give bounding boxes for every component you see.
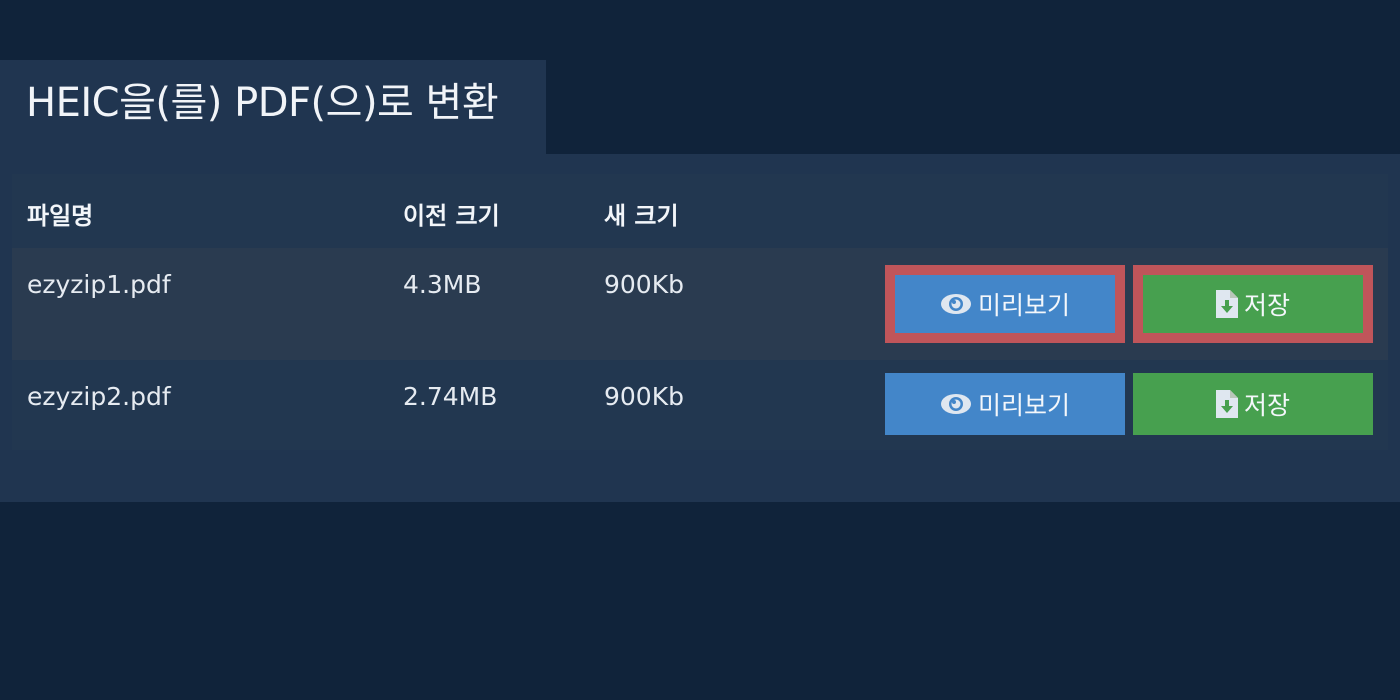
preview-button[interactable]: 미리보기 (885, 265, 1125, 343)
preview-label: 미리보기 (977, 291, 1070, 320)
file-download-icon (1215, 390, 1238, 418)
eye-icon (940, 294, 971, 314)
new-size-cell: 900Kb (604, 382, 684, 411)
old-size-cell: 4.3MB (403, 270, 482, 299)
old-size-cell: 2.74MB (403, 382, 498, 411)
header-new-size: 새 크기 (604, 202, 679, 230)
table-row: ezyzip2.pdf 2.74MB 900Kb 미리보기 저장 (12, 360, 1388, 450)
save-button[interactable]: 저장 (1133, 265, 1373, 343)
eye-icon (940, 394, 971, 414)
file-download-icon (1215, 290, 1238, 318)
results-panel: 파일명 이전 크기 새 크기 ezyzip1.pdf 4.3MB 900Kb 미… (0, 154, 1400, 502)
save-button[interactable]: 저장 (1133, 373, 1373, 435)
header-old-size: 이전 크기 (403, 202, 500, 230)
results-table: 파일명 이전 크기 새 크기 ezyzip1.pdf 4.3MB 900Kb 미… (12, 174, 1388, 450)
title-tab: HEIC을(를) PDF(으)로 변환 (0, 60, 546, 154)
preview-button[interactable]: 미리보기 (885, 373, 1125, 435)
table-header: 파일명 이전 크기 새 크기 (12, 174, 1388, 248)
save-label: 저장 (1243, 391, 1290, 420)
header-filename: 파일명 (27, 202, 94, 230)
preview-label: 미리보기 (977, 391, 1070, 420)
save-label: 저장 (1243, 291, 1290, 320)
filename-cell: ezyzip2.pdf (27, 382, 171, 411)
new-size-cell: 900Kb (604, 270, 684, 299)
page-title: HEIC을(를) PDF(으)로 변환 (26, 80, 499, 126)
table-row: ezyzip1.pdf 4.3MB 900Kb 미리보기 저장 (12, 248, 1388, 360)
filename-cell: ezyzip1.pdf (27, 270, 171, 299)
